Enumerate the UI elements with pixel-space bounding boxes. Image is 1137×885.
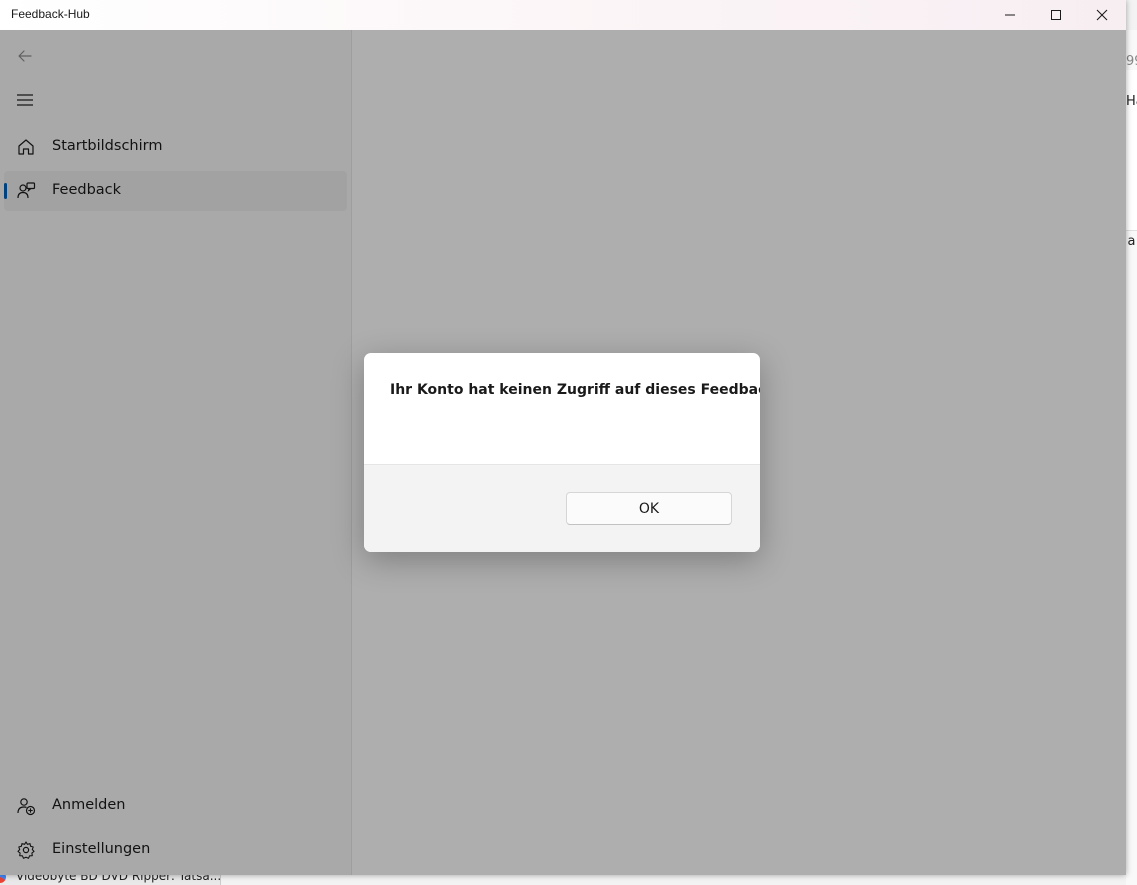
close-button[interactable] bbox=[1079, 0, 1125, 30]
window-title: Feedback-Hub bbox=[11, 7, 90, 21]
background-text-fragment: 99 bbox=[1126, 54, 1137, 69]
access-denied-dialog: Ihr Konto hat keinen Zugriff auf dieses … bbox=[364, 353, 760, 552]
minimize-button[interactable] bbox=[987, 0, 1033, 30]
minimize-icon bbox=[1005, 14, 1015, 16]
maximize-button[interactable] bbox=[1033, 0, 1079, 30]
dialog-footer: OK bbox=[364, 464, 760, 552]
close-icon bbox=[1096, 9, 1108, 21]
background-text-fragment: Ha bbox=[1126, 94, 1137, 109]
ok-button[interactable]: OK bbox=[566, 492, 732, 525]
background-window: 99 Ha r a bbox=[1118, 30, 1137, 885]
title-bar[interactable]: Feedback-Hub bbox=[0, 0, 1126, 30]
maximize-icon bbox=[1051, 10, 1061, 20]
dialog-message: Ihr Konto hat keinen Zugriff auf dieses … bbox=[390, 382, 760, 398]
